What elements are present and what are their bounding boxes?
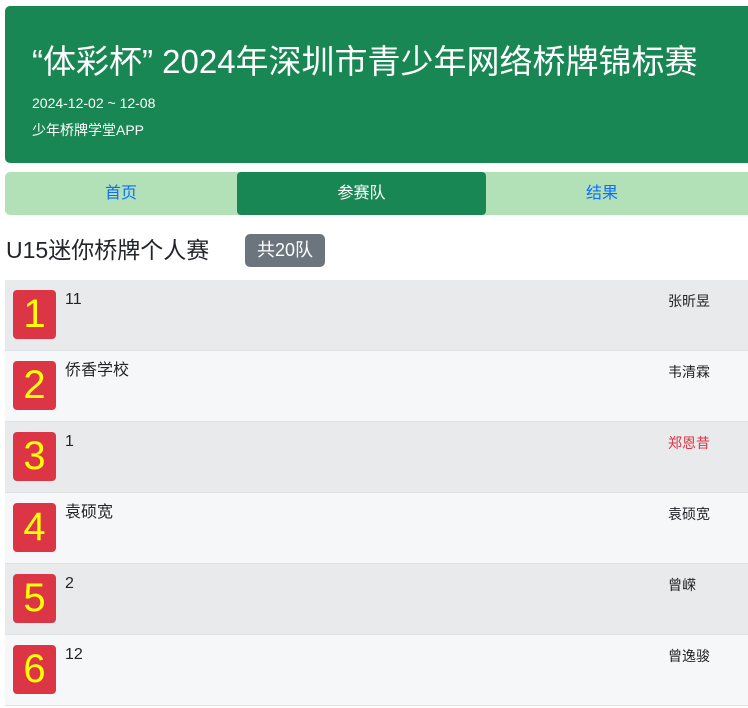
page-title: “体彩杯” 2024年深圳市青少年网络桥牌锦标赛 — [32, 43, 698, 80]
tab-home[interactable]: 首页 — [5, 172, 237, 215]
section-title: U15迷你桥牌个人赛 — [6, 237, 210, 263]
player-name: 曾逸骏 — [668, 648, 710, 664]
team-row[interactable]: 6 12 曾逸骏 — [5, 635, 748, 706]
team-row[interactable]: 3 1 郑恩昔 — [5, 422, 748, 493]
team-name: 1 — [65, 433, 74, 450]
event-dates: 2024-12-02 ~ 12-08 — [32, 95, 156, 111]
page: “体彩杯” 2024年深圳市青少年网络桥牌锦标赛 2024-12-02 ~ 12… — [0, 0, 748, 708]
team-count-badge: 共20队 — [245, 234, 326, 267]
rank-badge: 2 — [13, 361, 56, 410]
rank-badge: 1 — [13, 290, 56, 339]
header-banner: “体彩杯” 2024年深圳市青少年网络桥牌锦标赛 2024-12-02 ~ 12… — [5, 6, 748, 163]
team-list: 1 11 张昕昱 2 侨香学校 韦清霖 3 1 郑恩昔 4 袁硕宽 袁硕宽 5 … — [5, 280, 748, 706]
player-name: 曾嵘 — [668, 577, 696, 593]
team-row[interactable]: 4 袁硕宽 袁硕宽 — [5, 493, 748, 564]
rank-badge: 5 — [13, 574, 56, 623]
team-name: 袁硕宽 — [65, 504, 114, 521]
organizer-label: 少年桥牌学堂APP — [32, 122, 145, 138]
team-name: 2 — [65, 575, 74, 592]
rank-badge: 4 — [13, 503, 56, 552]
player-name: 袁硕宽 — [668, 506, 710, 522]
tab-teams[interactable]: 参赛队 — [237, 172, 486, 215]
tab-results[interactable]: 结果 — [486, 172, 718, 215]
team-row[interactable]: 1 11 张昕昱 — [5, 280, 748, 351]
nav-tabs: 首页 参赛队 结果 — [5, 172, 748, 215]
team-name: 12 — [65, 646, 83, 663]
player-name: 韦清霖 — [668, 364, 710, 380]
rank-badge: 3 — [13, 432, 56, 481]
rank-badge: 6 — [13, 645, 56, 694]
player-name: 张昕昱 — [668, 293, 710, 309]
player-name: 郑恩昔 — [668, 435, 710, 451]
team-row[interactable]: 2 侨香学校 韦清霖 — [5, 351, 748, 422]
team-name: 11 — [65, 291, 82, 308]
team-row[interactable]: 5 2 曾嵘 — [5, 564, 748, 635]
team-name: 侨香学校 — [65, 362, 130, 379]
